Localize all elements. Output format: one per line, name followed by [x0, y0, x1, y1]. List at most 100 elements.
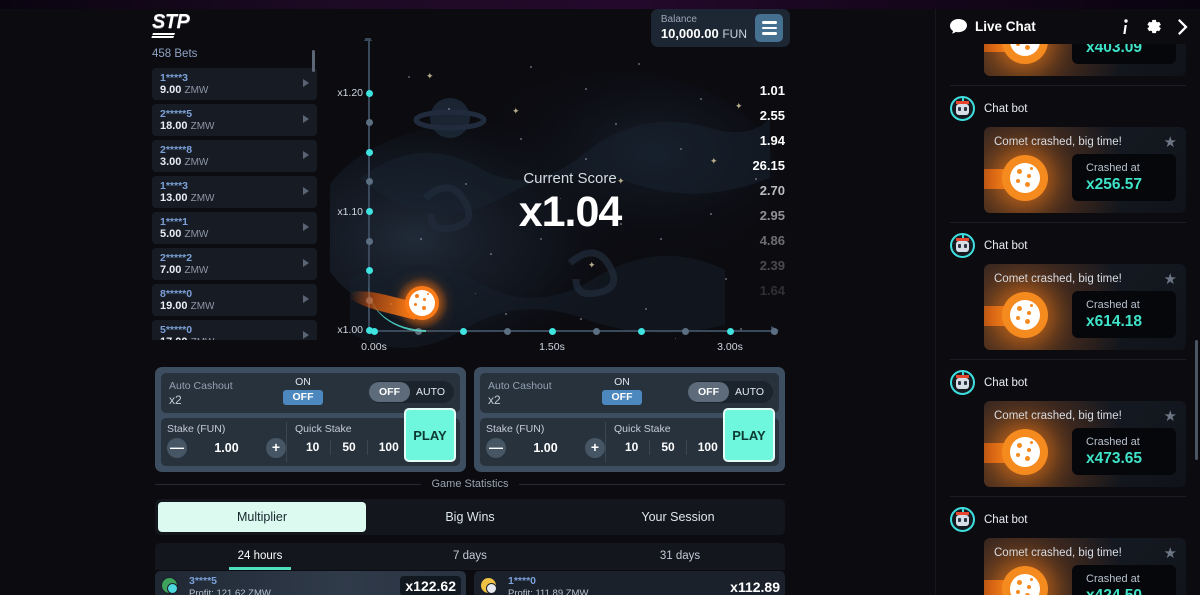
bet-user: 2*****2 [160, 252, 193, 264]
stake-decrement-button[interactable]: — [486, 438, 506, 458]
auto-cashout-toggle[interactable]: ON OFF [283, 376, 323, 405]
mode-auto-option[interactable]: AUTO [410, 382, 454, 402]
chevron-right-icon[interactable] [303, 223, 309, 231]
stake-decrement-button[interactable]: — [167, 438, 187, 458]
comet-icon [984, 291, 1048, 338]
quick-stake-10[interactable]: 10 [295, 438, 330, 456]
toggle-off-label: OFF [602, 390, 642, 405]
chat-author-name: Chat bot [984, 102, 1028, 115]
bets-list: 1****3 9.00 ZMW 2*****5 18.00 ZMW 2*****8 3.0… [152, 68, 317, 340]
crash-label: Crashed at [1086, 436, 1140, 448]
chat-bot-avatar [950, 96, 975, 121]
chevron-right-icon[interactable] [303, 331, 309, 339]
star-icon[interactable]: ★ [1164, 546, 1177, 561]
bet-row[interactable]: 2*****5 18.00 ZMW [152, 104, 317, 136]
quick-stake-10[interactable]: 10 [614, 438, 649, 456]
bet-row[interactable]: 1****3 9.00 ZMW [152, 68, 317, 100]
star [585, 158, 587, 160]
crater [1030, 440, 1033, 444]
mode-off-option[interactable]: OFF [369, 382, 411, 402]
bet-amount-value: 13.00 [160, 192, 188, 204]
stats-range-31-days[interactable]: 31 days [575, 550, 785, 570]
mode-auto-option[interactable]: AUTO [729, 382, 773, 402]
star [700, 98, 702, 100]
robot-band [956, 512, 969, 515]
bet-currency: ZMW [190, 301, 215, 312]
comet-ball [1002, 565, 1048, 595]
crash-value: x424.50 [1086, 586, 1162, 595]
chat-scrollbar-thumb[interactable] [1195, 340, 1198, 460]
stats-card[interactable]: 1****0 Profit: 111.89 ZMW x112.89 [474, 570, 785, 595]
stake-value[interactable]: 1.00 [214, 441, 238, 455]
history-multiplier: 1.01 [759, 83, 785, 98]
chevron-right-icon[interactable] [303, 259, 309, 267]
chat-message-bubble: Comet crashed, big time! ★ Crashed at x473.… [984, 401, 1186, 487]
stats-tab-your-session[interactable]: Your Session [574, 502, 782, 532]
chevron-right-icon[interactable] [303, 79, 309, 87]
bet-row[interactable]: 8*****0 19.00 ZMW [152, 284, 317, 316]
chevron-right-icon[interactable] [303, 295, 309, 303]
auto-cashout-value[interactable]: x2 [169, 393, 233, 407]
chevron-right-icon[interactable] [303, 115, 309, 123]
chevron-right-icon[interactable] [303, 151, 309, 159]
brand-logo[interactable]: STP [151, 12, 190, 39]
stats-card[interactable]: 3****5 Profit: 121.62 ZMW x122.62 [155, 570, 466, 595]
stats-range-24-hours[interactable]: 24 hours [155, 550, 365, 570]
crater [1016, 315, 1020, 320]
chevron-right-icon[interactable] [1178, 18, 1188, 35]
bet-panel-1: Auto Cashout x2 ON OFF OFF AUTO Stake (FUN) —1.… [155, 367, 466, 472]
stake-increment-button[interactable]: + [585, 438, 605, 458]
star-icon[interactable]: ★ [1164, 135, 1177, 150]
bet-row[interactable]: 5*****017.00 ZMW [152, 320, 317, 340]
quick-stake-50[interactable]: 50 [331, 438, 366, 456]
comet-ball [409, 290, 435, 316]
bets-scrollbar-thumb[interactable] [312, 50, 315, 72]
chevron-right-icon[interactable] [303, 187, 309, 195]
stake-stepper: — 1.00 + [486, 438, 605, 458]
play-button[interactable]: PLAY [723, 408, 775, 462]
bet-amount: 19.00 ZMW [160, 300, 309, 313]
bet-row[interactable]: 1****3 13.00 ZMW [152, 176, 317, 208]
stake-row: Stake (FUN) —1.00 + Quick Stake 10 50 100 PLAY [161, 408, 460, 466]
avatar-badge [486, 582, 497, 594]
mode-switch[interactable]: OFF AUTO [688, 381, 773, 403]
chat-message-text: Comet crashed, big time! [994, 273, 1122, 285]
bet-row[interactable]: 1****1 5.00 ZMW [152, 212, 317, 244]
crash-row: Crashed atx424.50 [984, 565, 1176, 595]
chat-message-bubble: Comet crashed, big time! ★ Crashed at x614.… [984, 264, 1186, 350]
star-icon[interactable]: ★ [1164, 272, 1177, 287]
chat-messages[interactable]: Comet crashed, big time!★Crashed atx403.… [936, 44, 1200, 595]
bets-scrollbar-track[interactable] [312, 48, 315, 320]
star [448, 108, 450, 110]
bet-amount: 5.00 ZMW [160, 228, 309, 241]
stats-tab-big-wins[interactable]: Big Wins [366, 502, 574, 532]
quick-stake-50[interactable]: 50 [650, 438, 685, 456]
chat-message: Chat bot Comet crashed, big time! ★ Crashed… [936, 96, 1200, 213]
y-axis-dot [365, 267, 373, 275]
stake-value[interactable]: 1.00 [533, 441, 557, 455]
stake-increment-button[interactable]: + [266, 438, 286, 458]
comet-icon [984, 44, 1048, 64]
chat-message-bubble: Comet crashed, big time! ★ Crashed atx424.… [984, 538, 1186, 595]
star-icon[interactable]: ★ [1164, 409, 1177, 424]
bet-row[interactable]: 2*****2 7.00 ZMW [152, 248, 317, 280]
mode-off-option[interactable]: OFF [688, 382, 730, 402]
bet-user: 5*****0 [160, 324, 193, 336]
auto-cashout-value[interactable]: x2 [488, 393, 552, 407]
bet-currency: ZMW [184, 157, 209, 168]
mode-switch[interactable]: OFF AUTO [369, 381, 454, 403]
chat-author-name: Chat bot [984, 513, 1028, 526]
bet-user: 1****3 [160, 72, 189, 84]
stats-tab-multiplier[interactable]: Multiplier [158, 502, 366, 532]
stats-range-7-days[interactable]: 7 days [365, 550, 575, 570]
star [580, 318, 582, 320]
crater [1025, 44, 1030, 50]
gear-icon[interactable] [1145, 18, 1162, 35]
auto-cashout-toggle[interactable]: ON OFF [602, 376, 642, 405]
chat-message-bubble: Comet crashed, big time! ★ Crashed at x256.… [984, 127, 1186, 213]
statistics-title: Game Statistics [431, 478, 509, 490]
bet-row[interactable]: 2*****8 3.00 ZMW [152, 140, 317, 172]
play-button[interactable]: PLAY [404, 408, 456, 462]
info-icon[interactable] [1123, 18, 1129, 35]
robot-eye [964, 518, 967, 522]
